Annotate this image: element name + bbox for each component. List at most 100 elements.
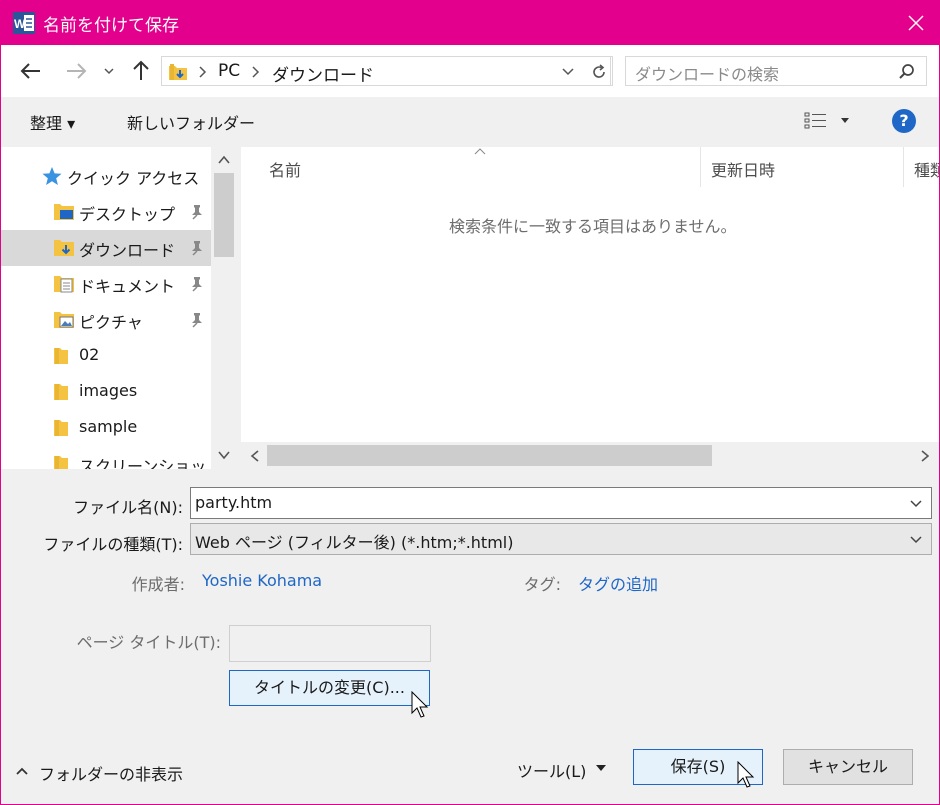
address-bar[interactable]: PC ダウンロード [161,56,611,86]
column-divider[interactable] [903,147,904,187]
folder-icon [54,348,68,364]
tools-label[interactable]: ツール(L) [517,758,586,782]
navigation-bar: PC ダウンロード ダウンロードの検索 [1,45,939,97]
help-button[interactable]: ? [892,109,916,133]
breadcrumb-downloads[interactable]: ダウンロード [272,61,374,86]
mouse-cursor-icon [411,691,429,718]
column-header-type[interactable]: 種類 [914,157,939,181]
sidebar-item-pictures[interactable]: ピクチャ [1,302,211,338]
arrow-right-icon[interactable] [62,57,90,85]
refresh-button[interactable] [585,56,613,86]
navigation-pane-scrollbar[interactable] [211,147,237,469]
column-divider[interactable] [700,147,701,187]
folder-icon [54,456,68,469]
pin-icon [192,277,202,292]
view-options-icon[interactable] [804,111,828,131]
sidebar-item-label: images [79,381,138,400]
new-folder-button[interactable]: 新しいフォルダー [127,110,255,134]
tags-label: タグ: [523,575,561,594]
close-icon[interactable] [908,15,924,31]
search-placeholder[interactable]: ダウンロードの検索 [635,61,779,85]
word-app-icon: W [13,12,35,34]
organize-menu[interactable]: 整理 ▾ [30,110,75,134]
file-list-hscrollbar[interactable] [241,442,939,469]
scrollbar-thumb[interactable] [214,173,234,257]
filename-value[interactable]: party.htm [195,493,272,512]
folder-icon [54,420,68,436]
author-value[interactable]: Yoshie Kohama [202,571,322,590]
folder-icon [54,384,68,400]
pin-icon [192,241,202,256]
column-header-name[interactable]: 名前 [269,157,301,181]
pictures-folder-icon [54,312,74,328]
filename-field[interactable]: party.htm [190,487,932,519]
navigation-pane: クイック アクセス デスクトップ ダウンロード ドキュメント ピクチャ 02 i… [1,147,237,469]
hide-folders-toggle[interactable]: フォルダーの非表示 [15,759,185,785]
cancel-button[interactable]: キャンセル [783,749,913,785]
sidebar-item-label: ドキュメント [79,277,176,296]
search-icon[interactable] [898,63,916,81]
view-dropdown-icon[interactable] [840,117,850,125]
sidebar-item-label: ダウンロード [79,241,176,260]
desktop-folder-icon [54,204,74,220]
arrow-up-icon[interactable] [127,57,155,85]
chevron-down-icon[interactable] [97,57,121,85]
sidebar-item-label: sample [79,417,138,436]
filetype-label: ファイルの種類(T): [43,535,183,554]
download-folder-icon [54,240,74,256]
scroll-up-icon[interactable] [217,154,231,166]
sidebar-item-sample[interactable]: sample [1,410,211,446]
filetype-select[interactable]: Web ページ (フィルター後) (*.htm;*.html) [190,523,932,555]
scroll-left-icon[interactable] [249,449,261,463]
scroll-right-icon[interactable] [919,449,931,463]
sidebar-item-screenshots[interactable]: スクリーンショット [1,446,222,469]
scrollbar-thumb[interactable] [267,445,712,466]
sidebar-item-folder-02[interactable]: 02 [1,338,211,374]
add-tag-link[interactable]: タグの追加 [578,571,658,595]
download-folder-icon [169,64,187,80]
tools-menu[interactable]: ツール(L) [511,753,611,783]
close-button[interactable] [893,1,939,45]
address-dropdown-icon[interactable] [560,64,576,80]
sidebar-item-desktop[interactable]: デスクトップ [1,194,211,230]
pin-icon [192,205,202,220]
sidebar-item-documents[interactable]: ドキュメント [1,266,211,302]
page-title-label: ページ タイトル(T): [76,633,221,652]
star-icon [42,167,62,185]
arrow-left-icon[interactable] [17,57,45,85]
column-header-modified[interactable]: 更新日時 [711,157,775,181]
search-box[interactable]: ダウンロードの検索 [625,56,927,86]
chevron-down-icon[interactable] [909,534,923,546]
change-title-button[interactable]: タイトルの変更(C)... [229,670,430,706]
documents-folder-icon [54,276,74,293]
file-list: 名前 更新日時 種類 検索条件に一致する項目はありません。 [241,147,939,469]
sidebar-item-label: ピクチャ [79,313,143,332]
svg-text:W: W [14,17,26,31]
filetype-value[interactable]: Web ページ (フィルター後) (*.htm;*.html) [195,529,513,553]
breadcrumb-separator-icon [252,66,260,78]
forward-button[interactable] [62,57,90,85]
hide-folders-label[interactable]: フォルダーの非表示 [39,761,183,785]
chevron-up-icon[interactable] [15,765,29,777]
sidebar-item-downloads[interactable]: ダウンロード [1,230,211,266]
sidebar-item-quick-access[interactable]: クイック アクセス [1,158,211,194]
back-button[interactable] [17,57,45,85]
sidebar-item-label: スクリーンショット [79,457,223,469]
refresh-icon[interactable] [590,63,608,81]
up-button[interactable] [127,57,155,85]
sidebar-item-label: クイック アクセス [67,169,200,188]
recent-locations-button[interactable] [97,57,121,85]
mouse-cursor-icon [737,761,755,788]
dropdown-arrow-icon[interactable] [595,764,607,772]
sidebar-item-label: デスクトップ [79,205,176,224]
save-as-dialog: W 名前を付けて保存 PC ダウンロード ダウンロードの検索 整理 ▾ 新しいフ… [0,0,940,805]
sidebar-item-images[interactable]: images [1,374,211,410]
scroll-down-icon[interactable] [217,449,231,461]
breadcrumb-separator-icon [199,66,207,78]
pin-icon [192,313,202,328]
sort-ascending-icon [474,148,486,155]
author-label: 作成者: [131,575,185,594]
breadcrumb-pc[interactable]: PC [218,61,240,81]
chevron-down-icon[interactable] [909,498,923,510]
sidebar-item-label: 02 [79,345,100,364]
